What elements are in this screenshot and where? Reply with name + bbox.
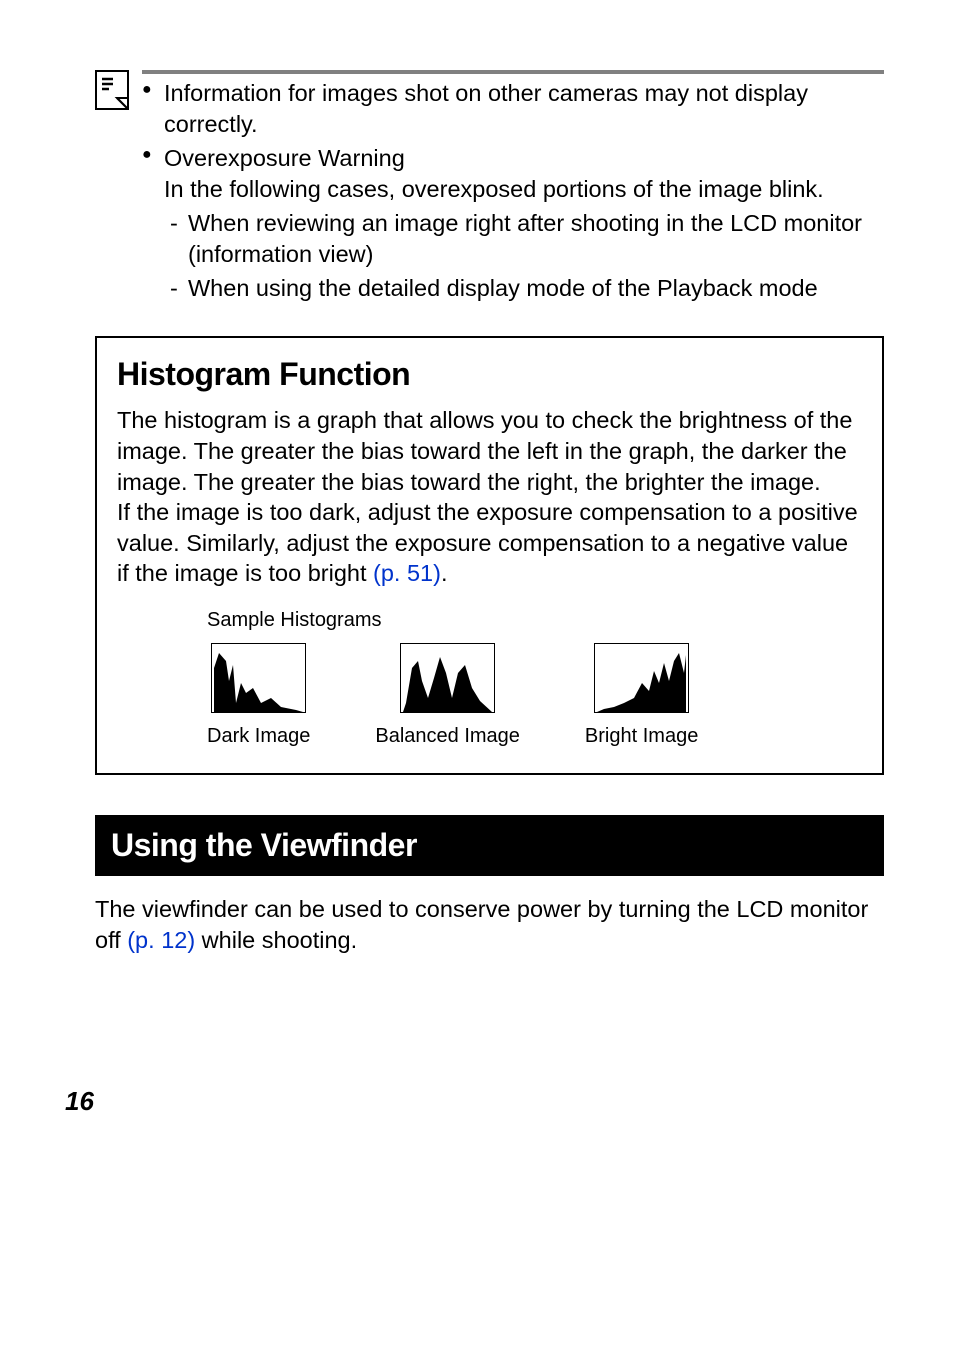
histogram-balanced-icon [375, 643, 520, 713]
page-link-12[interactable]: (p. 12) [127, 927, 195, 953]
viewfinder-body: The viewfinder can be used to conserve p… [95, 894, 884, 955]
histogram-body-2a: If the image is too dark, adjust the exp… [117, 499, 858, 586]
sample-histograms-label: Sample Histograms [207, 607, 862, 633]
document-note-icon [95, 70, 130, 308]
page-number: 16 [65, 1085, 884, 1119]
note-bullet-2-title: Overexposure Warning [164, 145, 405, 171]
viewfinder-body-b: while shooting. [195, 927, 357, 953]
histogram-bright-icon [585, 643, 698, 713]
histogram-body-2b: . [441, 560, 448, 586]
histogram-dark-icon [207, 643, 310, 713]
histogram-balanced-caption: Balanced Image [375, 723, 520, 749]
note-dash-1: When reviewing an image right after shoo… [164, 208, 884, 269]
note-bullet-2-body: In the following cases, overexposed port… [164, 176, 824, 202]
histogram-body-2: If the image is too dark, adjust the exp… [117, 497, 862, 589]
histogram-bright-caption: Bright Image [585, 723, 698, 749]
histogram-title: Histogram Function [117, 354, 862, 396]
note-bullet-1: Information for images shot on other cam… [164, 80, 808, 137]
page-link-51[interactable]: (p. 51) [373, 560, 441, 586]
note-list: Information for images shot on other cam… [142, 78, 884, 304]
section-title-viewfinder: Using the Viewfinder [95, 815, 884, 877]
histogram-box: Histogram Function The histogram is a gr… [95, 336, 884, 775]
histogram-body-1: The histogram is a graph that allows you… [117, 405, 862, 497]
note-dash-2: When using the detailed display mode of … [164, 273, 884, 304]
divider [142, 70, 884, 74]
histogram-dark-caption: Dark Image [207, 723, 310, 749]
